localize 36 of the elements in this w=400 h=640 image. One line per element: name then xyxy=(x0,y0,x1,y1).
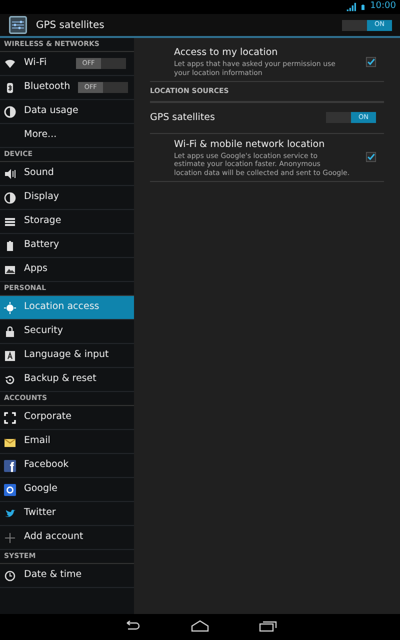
bluetooth-icon xyxy=(4,82,16,94)
envelope-icon xyxy=(4,436,16,448)
checkbox[interactable] xyxy=(366,152,376,162)
location-icon xyxy=(4,302,16,314)
battery-icon xyxy=(4,240,16,252)
lock-icon xyxy=(4,326,16,338)
setting-title: Access to my location xyxy=(174,46,279,60)
wifi-icon xyxy=(4,58,16,70)
setting-title: Wi-Fi & mobile network location xyxy=(174,138,326,152)
sidebar-item[interactable]: Language & input xyxy=(0,344,134,368)
clock-text: 10:00 xyxy=(370,0,396,14)
google-icon xyxy=(4,484,16,496)
speaker-icon xyxy=(4,168,16,180)
sidebar-item[interactable]: Location access xyxy=(0,296,134,320)
keyboard-key-icon xyxy=(4,350,16,362)
screen-title: GPS satellites xyxy=(36,18,106,32)
bird-icon xyxy=(4,508,16,520)
signal-icon xyxy=(346,2,356,12)
clock-icon xyxy=(4,570,16,582)
facebook-icon xyxy=(4,460,16,472)
setting-title: GPS satellites xyxy=(150,110,216,125)
settings-icon xyxy=(8,16,28,34)
sidebar-item[interactable]: Google xyxy=(0,478,134,502)
home-icon[interactable] xyxy=(191,620,209,632)
corners-icon xyxy=(4,412,16,424)
sidebar-item[interactable]: Email xyxy=(0,430,134,454)
plus-icon xyxy=(4,532,16,544)
recent-apps-icon[interactable] xyxy=(259,620,277,632)
sidebar-item[interactable]: Facebook xyxy=(0,454,134,478)
contrast-icon xyxy=(4,192,16,204)
checkbox[interactable] xyxy=(366,56,376,67)
image-icon xyxy=(4,264,16,276)
battery-icon xyxy=(360,2,366,12)
pie-chart-icon xyxy=(4,106,16,118)
restore-icon xyxy=(4,374,16,386)
storage-icon xyxy=(4,216,16,228)
